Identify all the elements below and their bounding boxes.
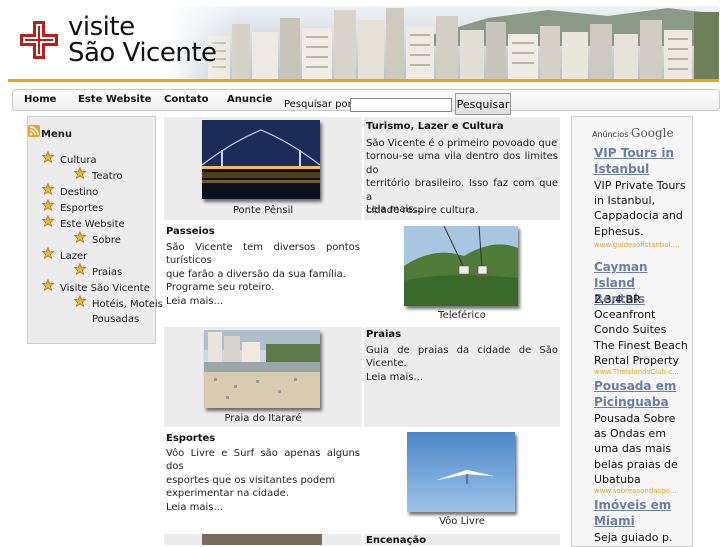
encenacao-photo[interactable]: [202, 534, 322, 545]
cell-voo-livre: Vôo Livre: [364, 429, 560, 532]
ponte-pensil-caption: Ponte Pênsil: [232, 205, 294, 216]
star-icon: [42, 199, 54, 211]
nav-este-website[interactable]: Este Website: [78, 94, 151, 105]
cross-logo-icon: [20, 21, 58, 59]
star-icon: [42, 215, 54, 227]
ad-title-imoveis[interactable]: Imóveis em Miami: [594, 497, 690, 529]
nav-anuncie[interactable]: Anuncie: [227, 94, 272, 105]
cell-esportes: Esportes Vôo Livre e Surf são apenas alg…: [164, 429, 362, 532]
praias-title[interactable]: Praias: [366, 329, 401, 340]
search-label: Pesquisar por:: [284, 99, 355, 110]
star-icon: [74, 167, 86, 179]
praias-read-more-link[interactable]: Leia mais...: [366, 372, 423, 383]
praias-text: Guia de praias da cidade de São Vicente.: [366, 345, 558, 370]
esportes-title[interactable]: Esportes: [166, 433, 215, 444]
cell-encenacao-photo: [164, 534, 362, 545]
menu-title-label: Menu: [41, 129, 72, 140]
encenacao-title[interactable]: Encenação: [366, 535, 426, 546]
praia-itarare-photo[interactable]: [204, 330, 320, 408]
ad-url-cayman[interactable]: www.TheIslandsClub.c...: [594, 368, 686, 376]
turismo-read-more-link[interactable]: Leia mais...: [366, 204, 423, 215]
cell-encenacao: Encenação: [364, 534, 560, 546]
star-icon: [74, 263, 86, 275]
sidebar-menu: Menu Cultura Teatro Destino Esportes Est…: [27, 116, 166, 344]
ad-text-pousada: Pousada Sobre as Ondas em uma das mais b…: [594, 412, 678, 486]
voo-livre-caption: Vôo Livre: [439, 516, 485, 527]
star-icon: [74, 295, 86, 307]
ad-text-cayman: 2,3,4 BR Oceanfront Condo Suites The Fin…: [594, 293, 688, 367]
star-icon: [42, 247, 54, 259]
turismo-title[interactable]: Turismo, Lazer e Cultura: [366, 121, 504, 132]
ad-text-imoveis: Seja guiado p.: [594, 531, 673, 544]
voo-livre-photo[interactable]: [407, 432, 515, 512]
praia-itarare-caption: Praia do Itararé: [224, 413, 302, 424]
menu-rss-icon: [28, 125, 40, 137]
ad-title-pousada[interactable]: Pousada em Picinguaba: [594, 378, 690, 410]
cell-praia-itarare: Praia do Itararé: [164, 327, 362, 427]
cell-teleferico: Teleférico: [364, 222, 560, 325]
header-accent-line: [8, 79, 719, 82]
site-header: visite São Vicente: [8, 6, 719, 80]
logo[interactable]: visite São Vicente: [8, 6, 238, 80]
cell-turismo: Turismo, Lazer e Cultura São Vicente é o…: [364, 117, 560, 220]
cell-ponte-pensil: Ponte Pênsil: [164, 117, 362, 220]
esportes-text: Vôo Livre e Surf são apenas alguns dos e…: [166, 448, 360, 500]
cell-praias: Praias Guia de praias da cidade de São V…: [364, 327, 560, 427]
passeios-read-more-link[interactable]: Leia mais...: [166, 296, 223, 307]
logo-text-sao-vicente: São Vicente: [68, 38, 217, 68]
star-icon: [42, 183, 54, 195]
google-ads-panel: Anúncios Google VIP Tours in Istanbul VI…: [571, 116, 693, 547]
teleferico-photo[interactable]: [404, 226, 518, 306]
google-logo[interactable]: Google: [631, 126, 674, 140]
nav-contato[interactable]: Contato: [164, 94, 209, 105]
search-input[interactable]: [350, 98, 452, 112]
ponte-pensil-photo[interactable]: [202, 120, 320, 199]
ad-title-vip-tours[interactable]: VIP Tours in Istanbul: [594, 145, 690, 177]
teleferico-caption: Teleférico: [438, 310, 486, 321]
esportes-read-more-link[interactable]: Leia mais...: [166, 502, 223, 513]
star-icon: [42, 279, 54, 291]
search-button[interactable]: Pesquisar: [455, 93, 511, 115]
ad-url-pousada[interactable]: www.sobreasondaspo...: [594, 487, 686, 495]
passeios-text: São Vicente tem diversos pontos turístic…: [166, 242, 360, 294]
cell-passeios: Passeios São Vicente tem diversos pontos…: [164, 222, 362, 325]
ad-url-vip-tours[interactable]: www.guidesofistanbul....: [594, 241, 686, 249]
ad-text-vip-tours: VIP Private Tours in Istanbul, Cappadoci…: [594, 179, 686, 238]
star-icon: [74, 231, 86, 243]
nav-home[interactable]: Home: [24, 94, 56, 105]
passeios-title[interactable]: Passeios: [166, 226, 215, 237]
star-icon: [42, 151, 54, 163]
ads-header: Anúncios Google: [592, 126, 674, 140]
